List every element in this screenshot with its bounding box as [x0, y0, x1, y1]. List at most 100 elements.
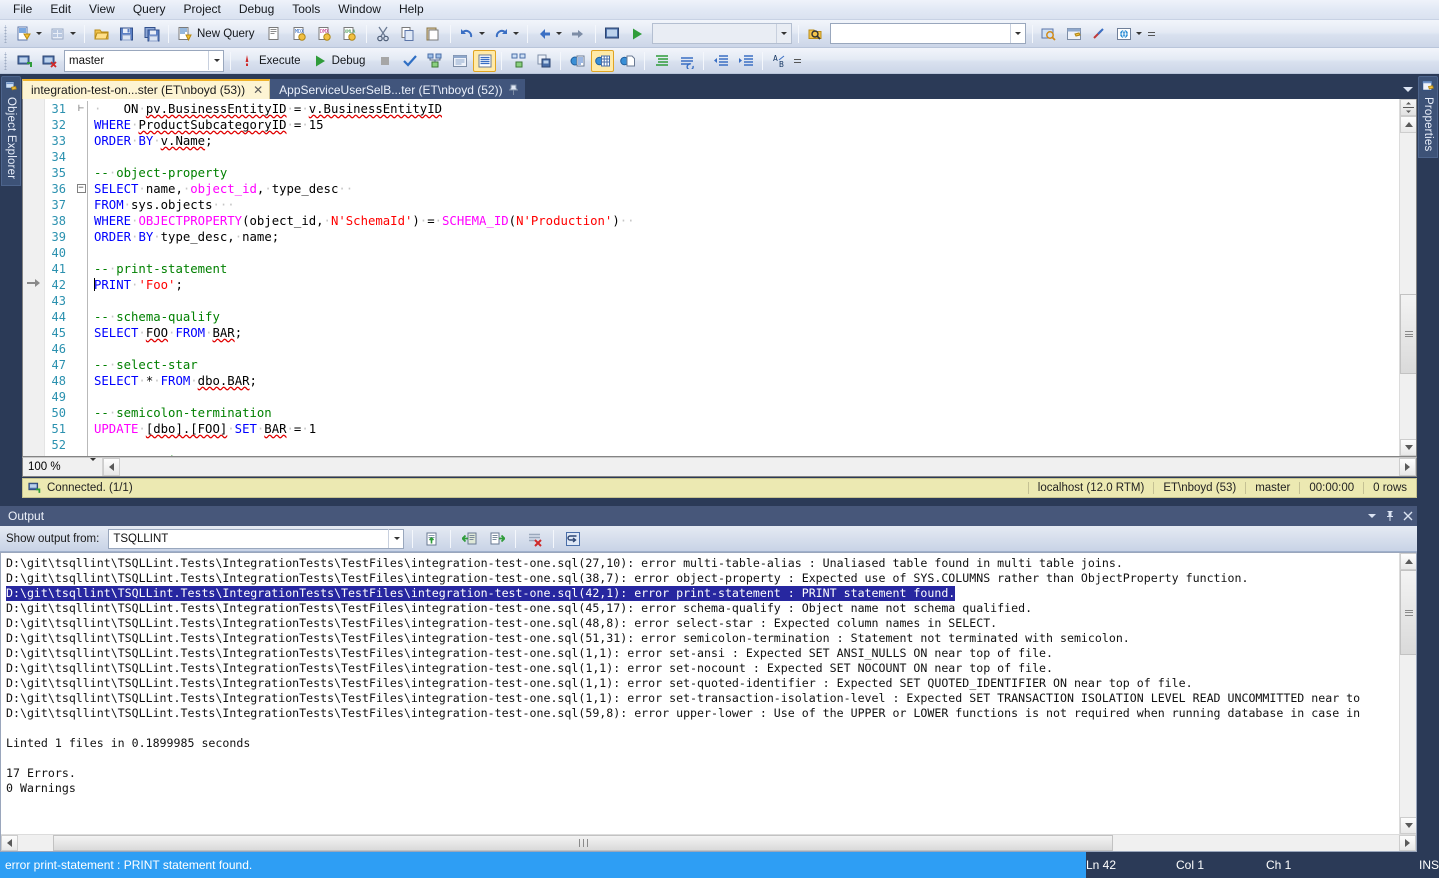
menu-item-help[interactable]: Help — [390, 0, 433, 20]
editor-line[interactable]: 51 UPDATE·[dbo].[FOO]·SET·BAR·=·1 — [45, 421, 1398, 437]
editor-zoom-combo[interactable]: 100 % — [23, 458, 103, 476]
chevron-down-icon[interactable] — [388, 529, 403, 548]
window-position-button[interactable] — [1363, 507, 1381, 525]
chevron-down-icon[interactable] — [1009, 24, 1025, 43]
undo-button[interactable] — [456, 23, 488, 45]
new-xmla-query-button[interactable]: XMLA — [338, 23, 361, 45]
results-to-text-alt-button[interactable] — [566, 50, 589, 72]
stop-button[interactable] — [373, 50, 396, 72]
open-file-button[interactable] — [90, 23, 113, 45]
editor-line[interactable]: 45 SELECT·FOO·FROM·BAR; — [45, 325, 1398, 341]
toolbar-overflow-button[interactable] — [792, 51, 803, 71]
go-to-previous-message-button[interactable] — [458, 528, 481, 550]
fold-marker[interactable]: − — [75, 181, 87, 197]
new-query-button[interactable]: New Query — [174, 23, 261, 45]
scroll-right-button[interactable] — [1399, 835, 1416, 851]
menu-item-view[interactable]: View — [80, 0, 124, 20]
results-to-grid-button[interactable] — [591, 49, 615, 72]
cut-button[interactable] — [372, 23, 395, 45]
disconnect-button[interactable] — [38, 50, 61, 72]
clear-all-button[interactable] — [523, 528, 546, 550]
save-button[interactable] — [115, 23, 138, 45]
scrollbar-thumb[interactable] — [53, 835, 1113, 851]
editor-line[interactable]: 37 FROM·sys.objects··· — [45, 197, 1398, 213]
quick-find-input[interactable] — [829, 23, 1026, 44]
scroll-down-button[interactable] — [1400, 817, 1416, 834]
increase-indent-button[interactable] — [734, 50, 757, 72]
output-line[interactable]: D:\git\tsqllint\TSQLLint.Tests\Integrati… — [6, 601, 1399, 616]
editor-indicator-margin[interactable] — [23, 99, 45, 456]
registered-servers-button[interactable] — [601, 23, 624, 45]
output-line[interactable]: D:\git\tsqllint\TSQLLint.Tests\Integrati… — [6, 646, 1399, 661]
find-message-button[interactable] — [420, 528, 443, 550]
editor-line[interactable]: 33 ORDER·BY·v.Name; — [45, 133, 1398, 149]
new-project-button[interactable] — [47, 23, 79, 45]
toolbar-grip[interactable] — [3, 51, 10, 70]
navigate-backward-button[interactable] — [533, 23, 565, 45]
editor-line[interactable]: 40 — [45, 245, 1398, 261]
editor-line[interactable]: 49 — [45, 389, 1398, 405]
start-debugging-button[interactable] — [626, 23, 649, 45]
parse-button[interactable] — [398, 50, 421, 72]
output-horizontal-scrollbar[interactable] — [1, 834, 1416, 851]
new-dmx-query-button[interactable]: DMX — [313, 23, 336, 45]
close-button[interactable] — [1399, 507, 1417, 525]
scrollbar-track-right[interactable] — [1113, 835, 1399, 851]
save-all-button[interactable] — [140, 23, 163, 45]
editor-line[interactable]: 32 WHERE·ProductSubcategoryID·=·15 — [45, 117, 1398, 133]
output-line[interactable] — [6, 721, 1399, 736]
close-icon[interactable]: ✕ — [253, 84, 263, 96]
editor-line[interactable]: 36− SELECT·name,·object_id,·type_desc·· — [45, 181, 1398, 197]
auto-hide-pin-button[interactable] — [1381, 507, 1399, 525]
output-line[interactable]: D:\git\tsqllint\TSQLLint.Tests\Integrati… — [6, 631, 1399, 646]
editor-line[interactable]: 50 --·semicolon-termination — [45, 405, 1398, 421]
editor-line[interactable]: 46 — [45, 341, 1398, 357]
find-in-files-button[interactable] — [804, 23, 827, 45]
menu-item-edit[interactable]: Edit — [41, 0, 80, 20]
editor-line[interactable]: 39 ORDER·BY·type_desc,·name; — [45, 229, 1398, 245]
editor-line[interactable]: 34 — [45, 149, 1398, 165]
fold-marker[interactable]: ⊢ — [75, 101, 87, 117]
scrollbar-track[interactable] — [120, 458, 1399, 476]
scroll-right-button[interactable] — [1399, 458, 1416, 476]
output-line[interactable]: D:\git\tsqllint\TSQLLint.Tests\Integrati… — [6, 556, 1399, 571]
output-line[interactable]: 17 Errors. — [6, 766, 1399, 781]
navigate-forward-button[interactable] — [567, 23, 590, 45]
toolbar-overflow-button[interactable] — [1146, 24, 1157, 44]
output-line[interactable]: D:\git\tsqllint\TSQLLint.Tests\Integrati… — [6, 661, 1399, 676]
editor-line[interactable]: 47 --·select-star — [45, 357, 1398, 373]
display-estimated-execution-plan-button[interactable] — [423, 50, 446, 72]
editor-line[interactable]: 31 ⊢ · ON·pv.BusinessEntityID·=·v.Business… — [45, 101, 1398, 117]
scrollbar-thumb[interactable] — [1400, 294, 1416, 374]
output-line-selected[interactable]: D:\git\tsqllint\TSQLLint.Tests\Integrati… — [6, 586, 1399, 601]
output-line[interactable]: D:\git\tsqllint\TSQLLint.Tests\Integrati… — [6, 706, 1399, 721]
output-source-combo[interactable]: TSQLLINT — [108, 528, 405, 549]
output-line[interactable]: 0 Warnings — [6, 781, 1399, 796]
paste-button[interactable] — [422, 23, 445, 45]
menu-item-window[interactable]: Window — [329, 0, 390, 20]
properties-window-button[interactable] — [1063, 23, 1086, 45]
tab-integration-test-one[interactable]: integration-test-on...ster (ET\nboyd (53… — [22, 79, 271, 99]
debug-target-combo[interactable] — [651, 23, 792, 44]
scroll-up-button[interactable] — [1400, 553, 1416, 570]
toolbar-grip[interactable] — [3, 24, 10, 43]
editor-line[interactable]: 38 WHERE·OBJECTPROPERTY(object_id,·N'Sche… — [45, 213, 1398, 229]
include-actual-execution-plan-button[interactable] — [507, 50, 530, 72]
copy-button[interactable] — [397, 23, 420, 45]
new-mdx-query-button[interactable]: MDX — [288, 23, 311, 45]
menu-item-tools[interactable]: Tools — [283, 0, 329, 20]
chevron-down-icon[interactable] — [208, 51, 223, 70]
output-line[interactable]: D:\git\tsqllint\TSQLLint.Tests\Integrati… — [6, 571, 1399, 586]
output-text[interactable]: D:\git\tsqllint\TSQLLint.Tests\Integrati… — [1, 553, 1399, 834]
editor-line[interactable]: 53− --·set-ansi — [45, 453, 1398, 456]
results-to-text-button[interactable] — [473, 49, 497, 72]
menu-item-query[interactable]: Query — [124, 0, 175, 20]
output-line[interactable] — [6, 751, 1399, 766]
output-line[interactable]: D:\git\tsqllint\TSQLLint.Tests\Integrati… — [6, 616, 1399, 631]
output-text-container[interactable]: D:\git\tsqllint\TSQLLint.Tests\Integrati… — [0, 552, 1417, 852]
scrollbar-track-left[interactable] — [18, 835, 53, 851]
editor-line[interactable]: 35 --·object-property — [45, 165, 1398, 181]
editor-horizontal-scrollbar[interactable] — [103, 458, 1416, 476]
menu-item-debug[interactable]: Debug — [230, 0, 283, 20]
query-options-button[interactable] — [448, 50, 471, 72]
